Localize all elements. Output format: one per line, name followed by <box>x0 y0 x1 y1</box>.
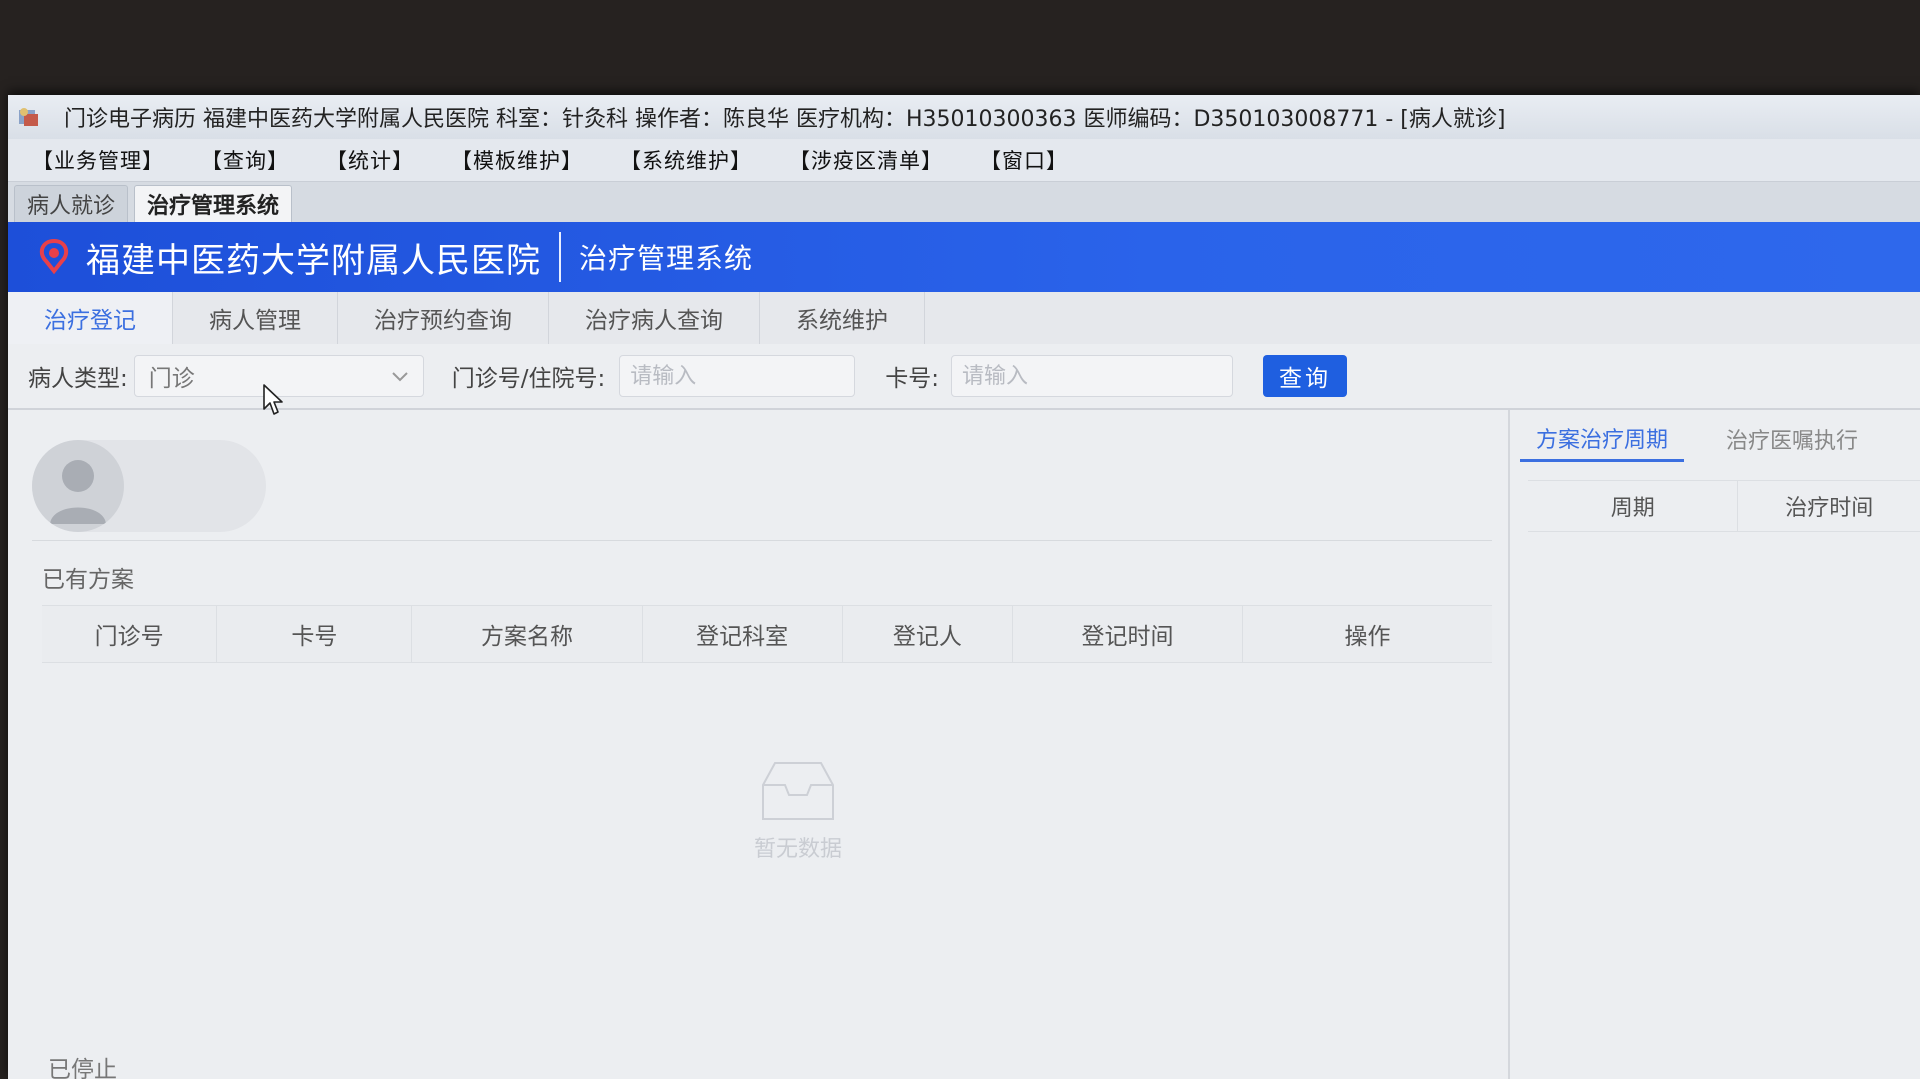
empty-state: 暂无数据 <box>708 755 888 863</box>
column-header[interactable]: 登记人 <box>843 606 1013 662</box>
cycle-table-header: 周期 治疗时间 <box>1528 480 1920 532</box>
tab-patient-management[interactable]: 病人管理 <box>173 292 338 344</box>
section-divider <box>32 540 1492 541</box>
patient-card <box>32 440 266 532</box>
menu-epidemic-list[interactable]: 【涉疫区清单】 <box>789 145 943 175</box>
menu-window[interactable]: 【窗口】 <box>980 145 1068 175</box>
plans-table-header: 门诊号 卡号 方案名称 登记科室 登记人 登记时间 操作 <box>42 605 1492 663</box>
mouse-cursor-icon <box>263 384 283 415</box>
tab-treatment-registration[interactable]: 治疗登记 <box>8 292 173 344</box>
title-bar: 门诊电子病历 福建中医药大学附属人民医院 科室：针灸科 操作者：陈良华 医疗机构… <box>8 95 1920 139</box>
empty-text: 暂无数据 <box>753 837 842 862</box>
card-no-label: 卡号: <box>885 366 939 392</box>
tab-appointment-query[interactable]: 治疗预约查询 <box>338 292 549 344</box>
query-button[interactable]: 查询 <box>1263 355 1347 397</box>
menu-business[interactable]: 【业务管理】 <box>32 145 164 175</box>
column-header[interactable]: 卡号 <box>217 606 413 662</box>
column-header[interactable]: 方案名称 <box>412 606 643 662</box>
window-title: 门诊电子病历 福建中医药大学附属人民医院 科室：针灸科 操作者：陈良华 医疗机构… <box>64 107 1506 132</box>
window-tabstrip: 病人就诊 治疗管理系统 <box>8 182 1920 222</box>
right-tabs: 方案治疗周期 治疗医嘱执行 <box>1520 416 1900 462</box>
column-header[interactable]: 周期 <box>1528 481 1739 531</box>
column-header[interactable]: 登记科室 <box>643 606 843 662</box>
search-bar: 病人类型: 门诊 门诊号/住院号: 卡号: 查询 <box>8 344 1920 410</box>
nav-tabs: 治疗登记 病人管理 治疗预约查询 治疗病人查询 系统维护 <box>8 292 1920 345</box>
existing-plans-title: 已有方案 <box>42 567 134 593</box>
header-banner: 福建中医药大学附属人民医院 治疗管理系统 <box>8 222 1920 292</box>
column-header[interactable]: 操作 <box>1243 606 1492 662</box>
menu-bar: 【业务管理】 【查询】 【统计】 【模板维护】 【系统维护】 【涉疫区清单】 【… <box>8 139 1920 182</box>
column-header[interactable]: 登记时间 <box>1013 606 1244 662</box>
banner-divider <box>559 232 561 282</box>
chevron-down-icon <box>391 363 409 389</box>
right-panel: 方案治疗周期 治疗医嘱执行 周期 治疗时间 <box>1510 410 1920 1079</box>
avatar <box>32 440 124 532</box>
column-header[interactable]: 治疗时间 <box>1738 481 1920 531</box>
tab-system-maintenance[interactable]: 系统维护 <box>760 292 925 344</box>
clinic-no-input[interactable] <box>619 355 856 397</box>
menu-query[interactable]: 【查询】 <box>201 145 289 175</box>
card-no-input[interactable] <box>951 355 1233 397</box>
system-name: 治疗管理系统 <box>579 242 754 275</box>
menu-system[interactable]: 【系统维护】 <box>620 145 752 175</box>
empty-box-icon <box>762 762 834 820</box>
menu-template[interactable]: 【模板维护】 <box>451 145 583 175</box>
column-header[interactable]: 门诊号 <box>42 606 218 662</box>
tab-patient-query[interactable]: 治疗病人查询 <box>549 292 760 344</box>
tab-order-execution[interactable]: 治疗医嘱执行 <box>1710 416 1874 462</box>
patient-type-label: 病人类型: <box>28 366 128 392</box>
hospital-name: 福建中医药大学附属人民医院 <box>86 240 541 281</box>
stopped-plans-title: 已停止 <box>48 1057 117 1079</box>
window-tab-patient-visit[interactable]: 病人就诊 <box>14 185 129 222</box>
app-window: 门诊电子病历 福建中医药大学附属人民医院 科室：针灸科 操作者：陈良华 医疗机构… <box>8 95 1920 1079</box>
left-panel: 已有方案 门诊号 卡号 方案名称 登记科室 登记人 登记时间 操作 暂无数据 已… <box>8 410 1508 1079</box>
user-avatar-icon <box>50 460 106 524</box>
window-tab-treatment-system[interactable]: 治疗管理系统 <box>134 185 293 222</box>
clinic-no-label: 门诊号/住院号: <box>451 366 606 392</box>
menu-statistics[interactable]: 【统计】 <box>326 145 414 175</box>
hospital-logo-icon <box>32 235 76 279</box>
patient-type-value: 门诊 <box>148 366 195 392</box>
app-icon <box>14 102 44 132</box>
tab-plan-cycle[interactable]: 方案治疗周期 <box>1520 416 1685 462</box>
